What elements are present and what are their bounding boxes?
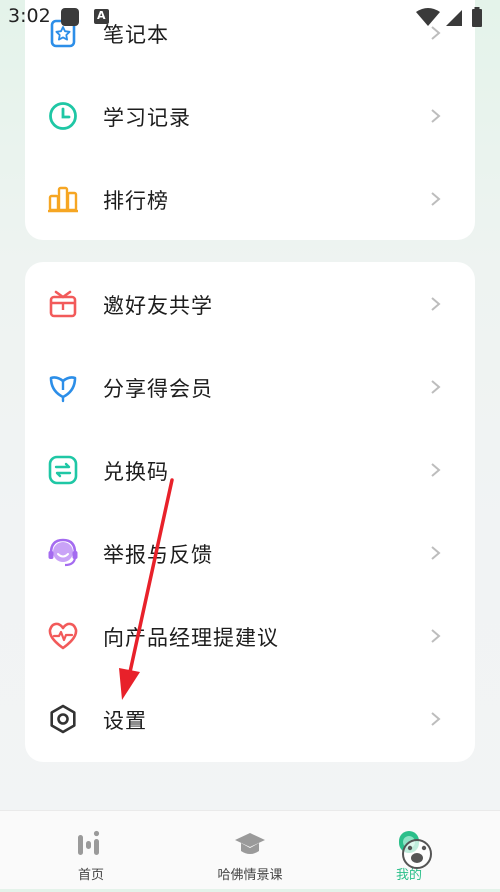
menu-item-label: 兑换码 — [103, 460, 169, 484]
headset-icon — [48, 538, 78, 567]
tab-home[interactable]: 首页 — [8, 811, 174, 889]
wifi-icon — [416, 8, 440, 26]
menu-item-invite-friends[interactable]: 邀好友共学 — [25, 262, 475, 345]
menu-item-label: 邀好友共学 — [103, 294, 213, 318]
menu-item-leaderboard[interactable]: 排行榜 — [25, 157, 475, 240]
chevron-right-icon — [431, 192, 441, 206]
graduation-cap-icon — [235, 833, 265, 854]
heart-pulse-icon — [48, 622, 78, 650]
share-icon — [49, 376, 77, 403]
exchange-icon — [48, 455, 78, 485]
menu-item-report-feedback[interactable]: 举报与反馈 — [25, 511, 475, 594]
tab-label: 我的 — [395, 868, 422, 883]
tab-label: 哈佛情景课 — [217, 868, 283, 883]
tab-label: 首页 — [77, 868, 104, 883]
menu-item-label: 学习记录 — [103, 106, 191, 130]
tab-harvard-course[interactable]: 哈佛情景课 — [167, 811, 333, 889]
gift-icon — [49, 290, 77, 318]
menu-item-redeem-code[interactable]: 兑换码 — [25, 428, 475, 511]
chevron-right-icon — [431, 629, 441, 643]
chevron-right-icon — [431, 546, 441, 560]
menu-item-share-membership[interactable]: 分享得会员 — [25, 345, 475, 428]
profile-icon — [399, 831, 419, 853]
bottom-tab-bar: 首页 哈佛情景课 我的 — [0, 810, 500, 889]
menu-item-settings[interactable]: 设置 — [25, 677, 475, 760]
status-time: 3:02 — [8, 5, 51, 27]
notification-icon — [61, 8, 79, 26]
chevron-right-icon — [431, 297, 441, 311]
menu-item-label: 设置 — [103, 709, 147, 733]
menu-item-study-records[interactable]: 学习记录 — [25, 74, 475, 157]
menu-card-services: 邀好友共学 分享得会员 兑换码 举报与反馈 向产品经理提建议 设置 — [25, 262, 475, 762]
status-icons — [416, 7, 482, 27]
chevron-right-icon — [431, 109, 441, 123]
menu-item-label: 举报与反馈 — [103, 543, 213, 567]
battery-icon — [472, 9, 482, 27]
clock-icon — [49, 102, 77, 130]
chevron-right-icon — [431, 712, 441, 726]
chevron-right-icon — [431, 380, 441, 394]
signal-icon — [446, 10, 462, 26]
tab-mine[interactable]: 我的 — [326, 811, 492, 889]
menu-item-label: 排行榜 — [103, 189, 169, 213]
menu-card-learning: 笔记本 学习记录 排行榜 — [25, 0, 475, 240]
app-notification-icon — [94, 9, 109, 24]
status-bar: 3:02 — [0, 0, 500, 34]
home-bars-icon — [78, 830, 100, 855]
menu-item-suggest-to-pm[interactable]: 向产品经理提建议 — [25, 594, 475, 677]
menu-item-label: 向产品经理提建议 — [103, 626, 279, 650]
ranking-icon — [48, 186, 78, 213]
chevron-right-icon — [431, 463, 441, 477]
settings-icon — [50, 704, 76, 734]
menu-item-label: 分享得会员 — [103, 377, 213, 401]
